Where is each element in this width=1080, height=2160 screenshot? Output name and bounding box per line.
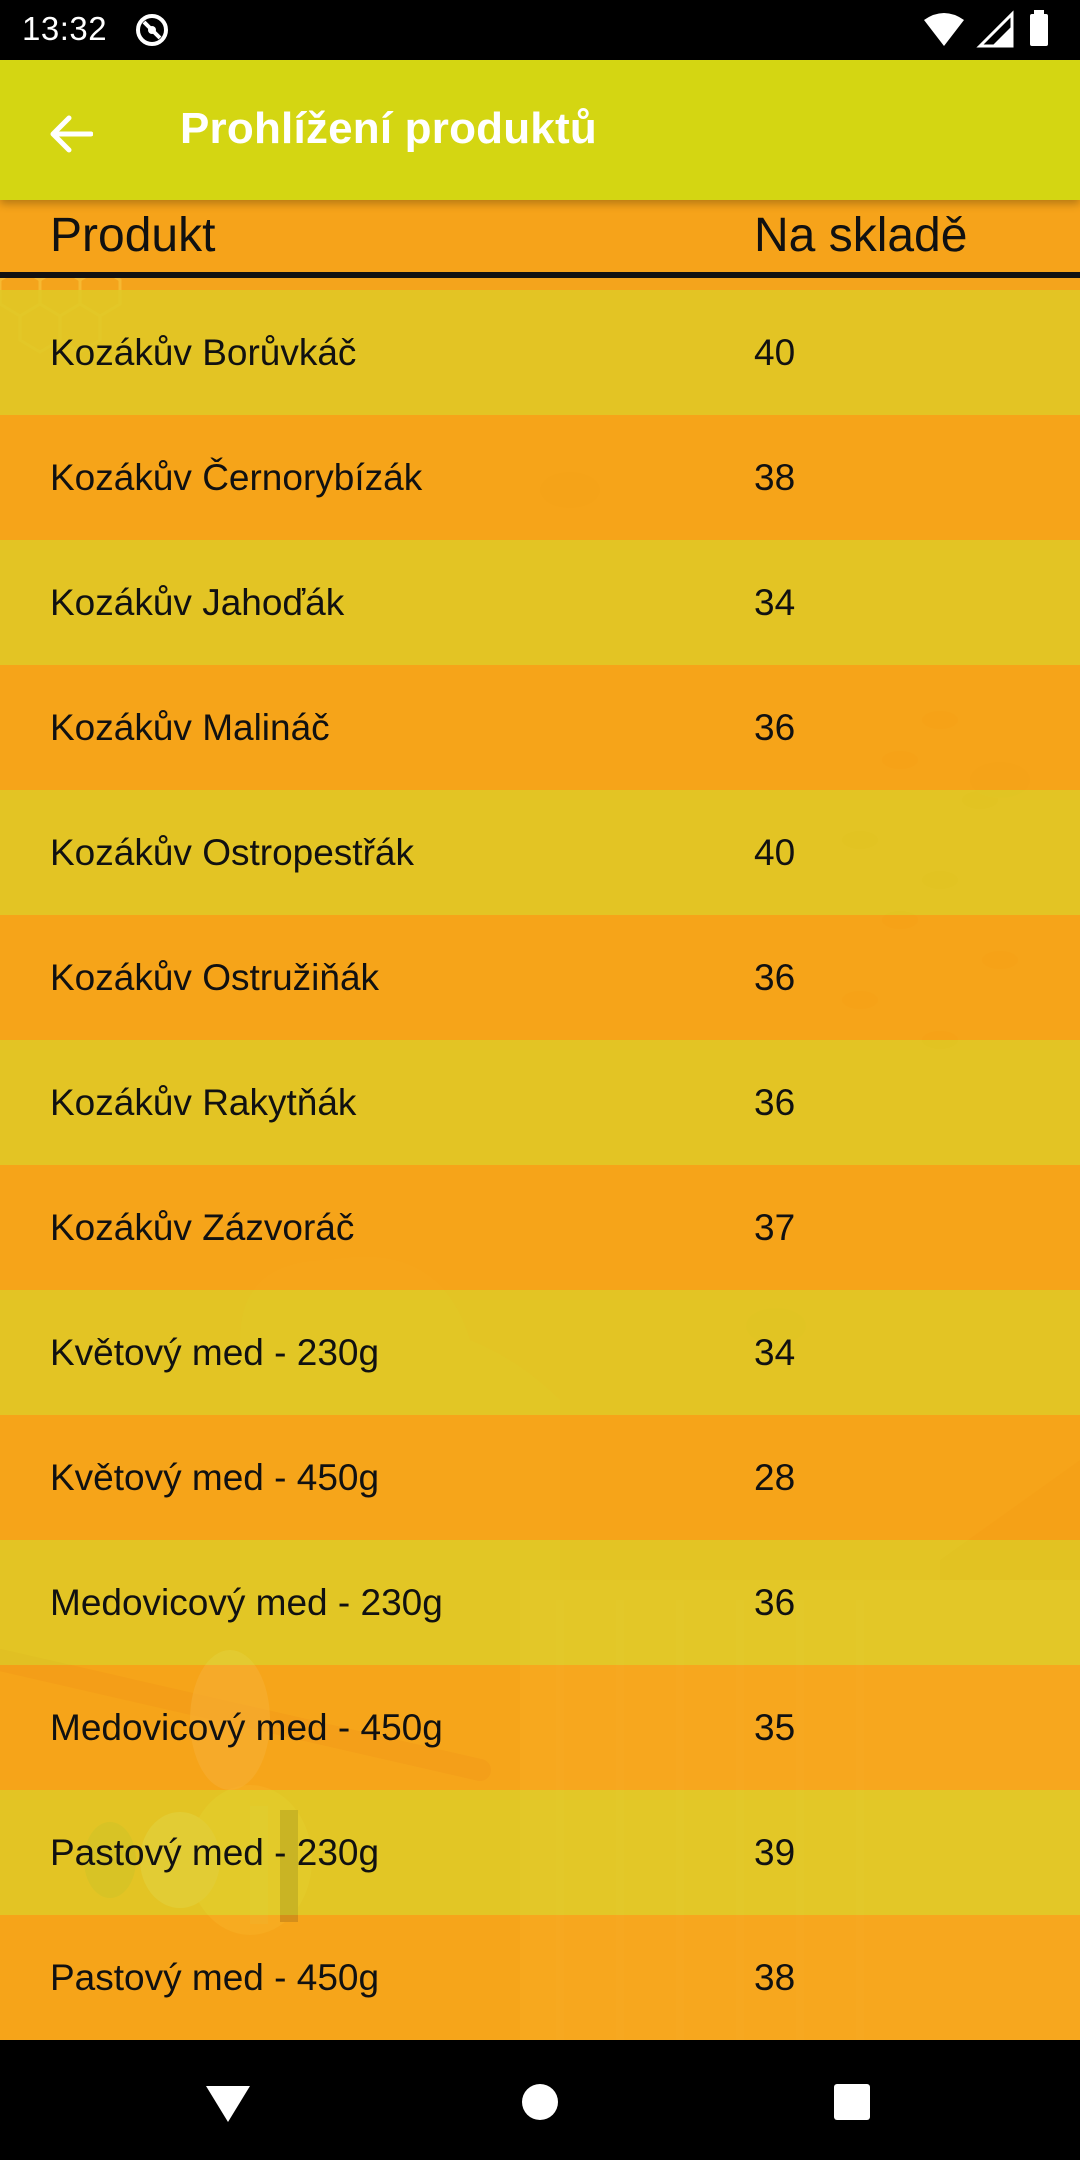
product-name: Kozákův Borůvkáč <box>50 332 357 373</box>
back-button[interactable] <box>38 102 102 166</box>
stock-quantity: 40 <box>754 832 796 873</box>
table-row[interactable]: Kozákův Malináč 36 <box>0 665 1080 790</box>
status-icons <box>924 10 1048 48</box>
stock-quantity: 28 <box>754 1457 796 1498</box>
table-row[interactable]: Kozákův Ostropestřák 40 <box>0 790 1080 915</box>
product-list: Kozákův Borůvkáč 40 Kozákův Černorybízák… <box>0 290 1080 2040</box>
table-row[interactable]: Květový med - 450g 28 <box>0 1415 1080 1540</box>
stock-quantity: 35 <box>754 1707 796 1748</box>
table-row[interactable]: Pastový med - 450g 38 <box>0 1915 1080 2040</box>
product-name: Pastový med - 450g <box>50 1957 380 1998</box>
product-name: Kozákův Zázvoráč <box>50 1207 355 1248</box>
arrow-left-icon <box>50 115 93 153</box>
app-bar: Prohlížení produktů <box>0 60 1080 200</box>
stock-quantity: 36 <box>754 1082 796 1123</box>
stock-quantity: 36 <box>754 957 796 998</box>
product-name: Kozákův Malináč <box>50 707 330 748</box>
product-name: Kozákův Ostružiňák <box>50 957 380 998</box>
stock-quantity: 38 <box>754 457 796 498</box>
product-name: Kozákův Ostropestřák <box>50 832 414 873</box>
table-header: Produkt Na skladě <box>0 200 1080 278</box>
stock-quantity: 36 <box>754 1582 796 1623</box>
table-row[interactable]: Medovicový med - 230g 36 <box>0 1540 1080 1665</box>
table-row[interactable]: Kozákův Borůvkáč 40 <box>0 290 1080 415</box>
table-row[interactable]: Medovicový med - 450g 35 <box>0 1665 1080 1790</box>
product-name: Květový med - 230g <box>50 1332 380 1373</box>
column-header-product: Produkt <box>50 209 216 262</box>
product-name: Medovicový med - 230g <box>50 1582 443 1623</box>
product-name: Kozákův Černorybízák <box>50 457 423 498</box>
table-row[interactable]: Kozákův Černorybízák 38 <box>0 415 1080 540</box>
table-row[interactable]: Kozákův Rakytňák 36 <box>0 1040 1080 1165</box>
column-header-stock: Na skladě <box>754 209 968 262</box>
stock-quantity: 36 <box>754 707 796 748</box>
circle-home-icon[interactable] <box>512 2074 568 2130</box>
system-nav-bar <box>0 2040 1080 2160</box>
content-area: Produkt Na skladě Kozákův Borůvkáč 40 Ko… <box>0 200 1080 2040</box>
square-recents-icon[interactable] <box>824 2074 880 2130</box>
stock-quantity: 39 <box>754 1832 796 1873</box>
stock-quantity: 40 <box>754 332 796 373</box>
product-name: Pastový med - 230g <box>50 1832 380 1873</box>
stock-quantity: 37 <box>754 1207 796 1248</box>
stock-quantity: 34 <box>754 582 796 623</box>
status-time: 13:32 <box>22 10 108 47</box>
table-row[interactable]: Kozákův Zázvoráč 37 <box>0 1165 1080 1290</box>
table-row[interactable]: Květový med - 230g 34 <box>0 1290 1080 1415</box>
product-name: Kozákův Jahoďák <box>50 582 345 623</box>
stock-quantity: 34 <box>754 1332 796 1373</box>
wifi-icon <box>924 13 964 46</box>
stock-quantity: 38 <box>754 1957 796 1998</box>
status-bar: 13:32 <box>0 0 1080 60</box>
battery-icon <box>1030 14 1048 46</box>
table-row[interactable]: Kozákův Ostružiňák 36 <box>0 915 1080 1040</box>
product-name: Květový med - 450g <box>50 1457 380 1498</box>
table-row[interactable]: Pastový med - 230g 39 <box>0 1790 1080 1915</box>
app-notification-icon <box>136 14 168 46</box>
triangle-back-icon[interactable] <box>200 2074 256 2130</box>
product-name: Kozákův Rakytňák <box>50 1082 357 1123</box>
product-name: Medovicový med - 450g <box>50 1707 443 1748</box>
page-title: Prohlížení produktů <box>180 104 597 153</box>
table-row[interactable]: Kozákův Jahoďák 34 <box>0 540 1080 665</box>
